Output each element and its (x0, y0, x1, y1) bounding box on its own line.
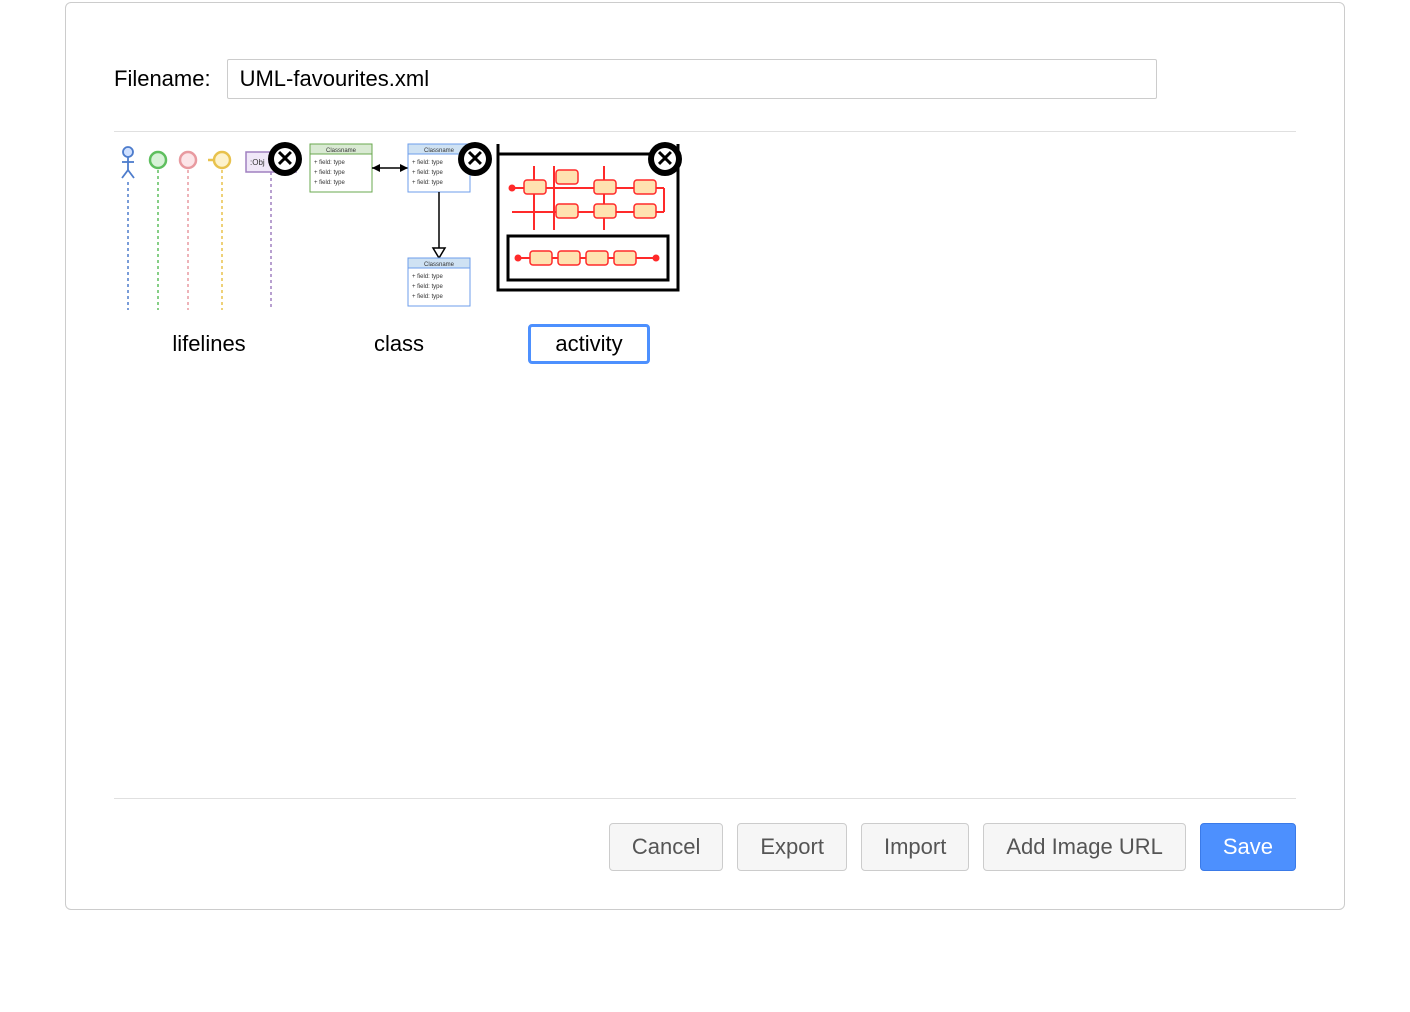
thumbnail-lifelines-preview: :Obj ✕ (114, 140, 304, 320)
thumbnail-lifelines-label: lifelines (145, 324, 272, 364)
import-button[interactable]: Import (861, 823, 969, 871)
svg-text:+ field: type: + field: type (412, 284, 444, 290)
thumbnail-class[interactable]: Classname + field: type + field: type + … (304, 140, 494, 364)
export-button[interactable]: Export (737, 823, 847, 871)
thumbnail-lifelines[interactable]: :Obj ✕ lifelines (114, 140, 304, 364)
svg-text:+ field: type: + field: type (412, 170, 444, 176)
svg-text:+ field: type: + field: type (412, 180, 444, 186)
filename-label: Filename: (114, 66, 211, 92)
filename-input[interactable] (227, 59, 1157, 99)
thumbnail-class-close[interactable]: ✕ (458, 142, 492, 176)
footer: Cancel Export Import Add Image URL Save (114, 799, 1296, 909)
thumbnail-activity-close[interactable]: ✕ (648, 142, 682, 176)
thumbnail-class-label: class (347, 324, 451, 364)
thumbnail-class-preview: Classname + field: type + field: type + … (304, 140, 494, 320)
dialog: Filename: (65, 2, 1345, 910)
close-icon: ✕ (464, 148, 486, 170)
cancel-button[interactable]: Cancel (609, 823, 723, 871)
add-image-url-button[interactable]: Add Image URL (983, 823, 1186, 871)
svg-text:Classname: Classname (424, 262, 455, 268)
thumbnails-area: :Obj ✕ lifelines Classname + field: (114, 132, 1296, 798)
svg-text:+ field: type: + field: type (412, 294, 444, 300)
svg-text:+ field: type: + field: type (314, 170, 346, 176)
svg-text:Classname: Classname (424, 148, 455, 154)
close-icon: ✕ (654, 148, 676, 170)
close-icon: ✕ (274, 148, 296, 170)
thumbnail-activity-preview: ✕ (494, 140, 684, 320)
obj-label: :Obj (250, 158, 265, 167)
save-button[interactable]: Save (1200, 823, 1296, 871)
thumbnail-activity-label: activity (528, 324, 649, 364)
svg-text:+ field: type: + field: type (314, 180, 346, 186)
svg-text:Classname: Classname (326, 148, 357, 154)
svg-text:+ field: type: + field: type (314, 160, 346, 166)
thumbnail-lifelines-close[interactable]: ✕ (268, 142, 302, 176)
svg-text:+ field: type: + field: type (412, 160, 444, 166)
filename-row: Filename: (114, 3, 1296, 131)
svg-text:+ field: type: + field: type (412, 274, 444, 280)
thumbnail-activity[interactable]: ✕ activity (494, 140, 684, 364)
